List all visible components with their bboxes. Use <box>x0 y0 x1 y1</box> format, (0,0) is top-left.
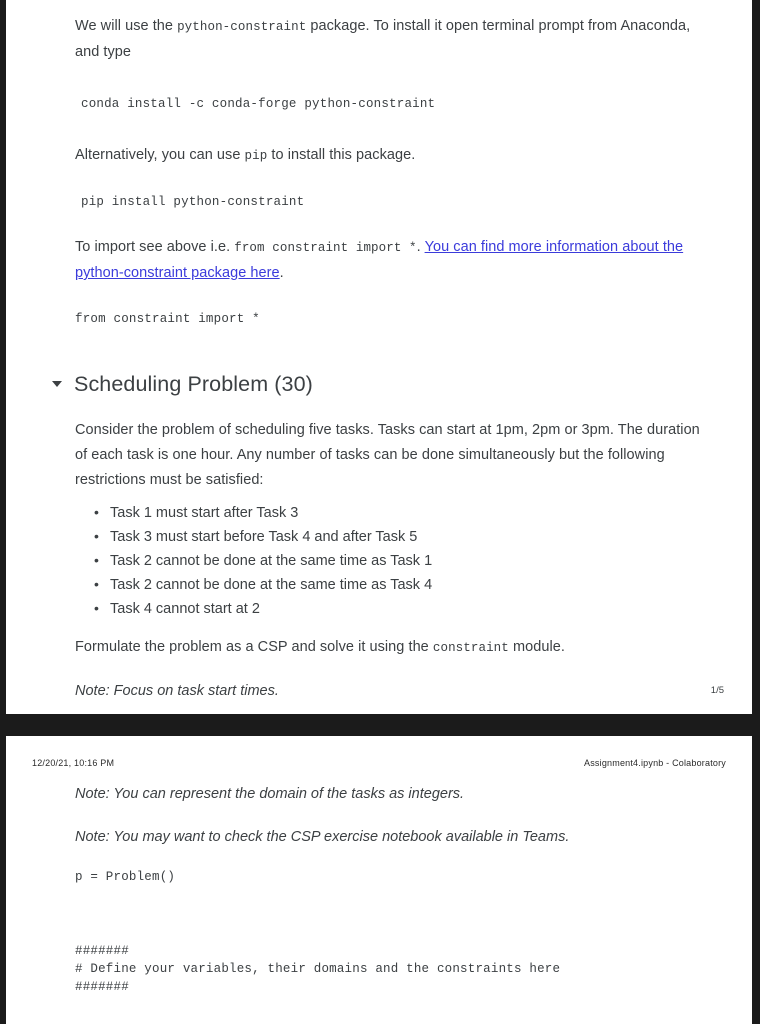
page-number-footer: 1/5 <box>710 685 724 696</box>
list-item: Task 2 cannot be done at the same time a… <box>94 572 712 597</box>
list-item: Task 3 must start before Task 4 and afte… <box>94 524 712 549</box>
pip-text-part-2: to install this package. <box>267 147 416 163</box>
page-2-content: Note: You can represent the domain of th… <box>6 768 752 1024</box>
list-item: Task 2 cannot be done at the same time a… <box>94 548 712 573</box>
pdf-viewer: We will use the python-constraint packag… <box>0 0 760 1024</box>
paragraph-problem-statement: Consider the problem of scheduling five … <box>75 422 700 488</box>
restrictions-list: Task 1 must start after Task 3 Task 3 mu… <box>75 500 712 621</box>
note-focus-start-times: Note: Focus on task start times. <box>75 683 279 699</box>
print-header-title: Assignment4.ipynb - Colaboratory <box>584 758 726 768</box>
paragraph-formulate-csp: Formulate the problem as a CSP and solve… <box>75 635 712 661</box>
page-separator-gap <box>0 714 760 736</box>
import-text-part-3: . <box>279 265 284 281</box>
inline-code-constraint: constraint <box>432 641 509 655</box>
list-item: Task 4 cannot start at 2 <box>94 596 712 621</box>
code-block-pip-install: pip install python-constraint <box>81 195 305 209</box>
import-text-part-1: To import see above i.e. <box>75 239 235 255</box>
triangle-down-icon[interactable] <box>52 381 62 387</box>
inline-code-from-constraint-import: from constraint import * <box>234 241 417 255</box>
code-block-define-variables: ####### # Define your variables, their d… <box>75 944 561 994</box>
formulate-text-part-1: Formulate the problem as a CSP and solve… <box>75 639 433 655</box>
section-title-text: Scheduling Problem (30) <box>74 372 313 396</box>
inline-code-python-constraint: python-constraint <box>177 20 307 34</box>
paragraph-import-instructions: To import see above i.e. from constraint… <box>75 235 712 286</box>
page-1-content: We will use the python-constraint packag… <box>6 0 752 328</box>
code-block-conda-install: conda install -c conda-forge python-cons… <box>81 97 436 111</box>
pip-text-part-1: Alternatively, you can use <box>75 147 245 163</box>
document-page-2: 12/20/21, 10:16 PM Assignment4.ipynb - C… <box>6 736 752 1024</box>
code-block-from-constraint-import: from constraint import * <box>75 312 260 326</box>
import-text-part-2: . <box>416 239 425 255</box>
code-block-problem-init: p = Problem() <box>75 870 176 884</box>
section-header-scheduling-problem[interactable]: Scheduling Problem (30) <box>6 370 752 398</box>
paragraph-install-intro: We will use the python-constraint packag… <box>75 14 712 65</box>
inline-code-pip: pip <box>244 149 268 163</box>
document-page-1: We will use the python-constraint packag… <box>6 0 752 714</box>
install-text-part-1: We will use the <box>75 18 178 34</box>
print-header-timestamp: 12/20/21, 10:16 PM <box>32 758 115 768</box>
list-item: Task 1 must start after Task 3 <box>94 500 712 525</box>
paragraph-pip-alternative: Alternatively, you can use pip to instal… <box>75 143 712 169</box>
formulate-text-part-2: module. <box>508 639 565 655</box>
note-csp-exercise-teams: Note: You may want to check the CSP exer… <box>75 829 570 845</box>
page-1-content-lower: Consider the problem of scheduling five … <box>6 404 752 704</box>
print-header: 12/20/21, 10:16 PM Assignment4.ipynb - C… <box>6 736 752 768</box>
note-domain-integers: Note: You can represent the domain of th… <box>75 786 465 802</box>
